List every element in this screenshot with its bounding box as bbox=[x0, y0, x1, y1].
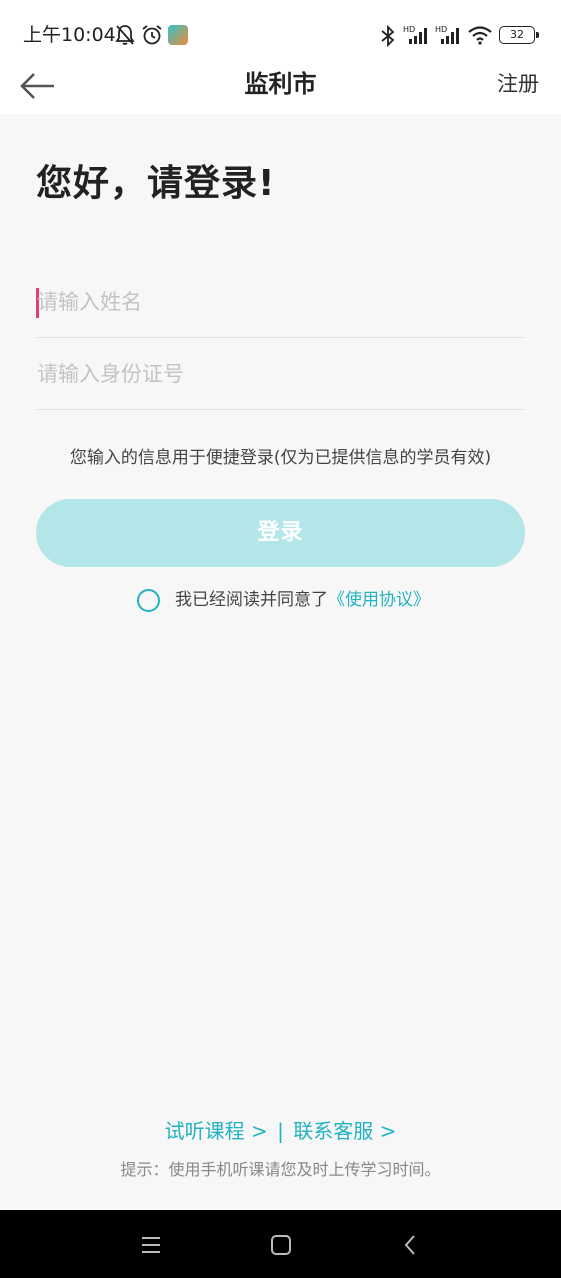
agreement-link[interactable]: 《使用协议》 bbox=[328, 588, 430, 612]
customer-service-link[interactable]: 联系客服 > bbox=[293, 1119, 396, 1143]
back-nav-icon[interactable] bbox=[395, 1230, 425, 1260]
wifi-icon bbox=[468, 26, 492, 45]
login-info-text: 您输入的信息用于便捷登录(仅为已提供信息的学员有效) bbox=[69, 448, 492, 468]
agreement-row: 我已经阅读并同意了 《使用协议》 bbox=[137, 587, 430, 613]
footer-links: 试听课程 > | 联系客服 > bbox=[0, 1117, 561, 1145]
home-nav-icon[interactable] bbox=[266, 1230, 296, 1260]
id-number-input[interactable] bbox=[36, 338, 525, 409]
app-header: 监利市 注册 bbox=[0, 58, 561, 114]
trial-course-link[interactable]: 试听课程 > bbox=[165, 1119, 268, 1143]
greeting-heading: 您好，请登录! bbox=[36, 163, 276, 204]
signal-hd-icon: HD bbox=[403, 25, 427, 44]
system-nav-bar bbox=[0, 1210, 561, 1278]
agree-text: 我已经阅读并同意了 bbox=[175, 590, 328, 610]
status-time: 上午10:04 bbox=[23, 24, 116, 46]
app-notification-icon bbox=[168, 25, 188, 45]
svg-text:HD: HD bbox=[435, 25, 447, 34]
name-input[interactable] bbox=[36, 266, 525, 337]
login-screen: 上午10:04 HD HD 32 监利市 注册 您好，请登录! 请输入姓名 请输… bbox=[0, 0, 561, 1278]
page-title: 监利市 bbox=[244, 70, 317, 98]
svg-text:HD: HD bbox=[403, 25, 415, 34]
register-link[interactable]: 注册 bbox=[497, 70, 539, 98]
status-bar: 上午10:04 HD HD 32 bbox=[0, 0, 561, 58]
id-field bbox=[36, 338, 525, 410]
agree-checkbox[interactable] bbox=[137, 588, 160, 612]
signal-hd-icon: HD bbox=[435, 25, 459, 44]
tip-text: 提示：使用手机听课请您及时上传学习时间。 bbox=[120, 1160, 441, 1179]
menu-nav-icon[interactable] bbox=[136, 1230, 166, 1260]
bluetooth-icon bbox=[381, 25, 395, 47]
link-separator: | bbox=[277, 1119, 284, 1143]
alarm-icon bbox=[142, 25, 162, 45]
name-field bbox=[36, 266, 525, 338]
mute-bell-icon bbox=[115, 25, 135, 45]
battery-icon: 32 bbox=[499, 26, 539, 44]
login-button[interactable]: 登录 bbox=[36, 499, 525, 567]
